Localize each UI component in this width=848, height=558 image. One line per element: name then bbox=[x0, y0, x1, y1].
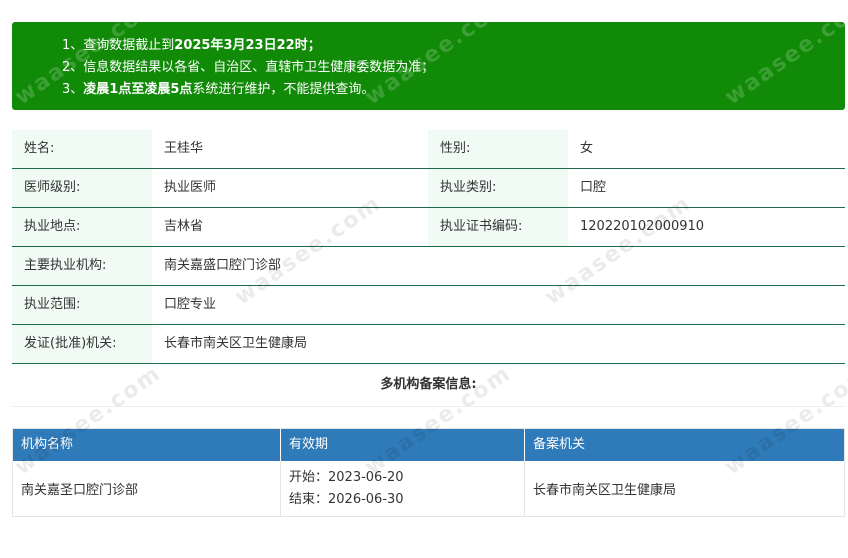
notice-line-3: 3、凌晨1点至凌晨5点系统进行维护，不能提供查询。 bbox=[12, 79, 845, 101]
info-row-issuer: 发证(批准)机关: 长春市南关区卫生健康局 bbox=[12, 325, 845, 364]
row-validity: 开始：2023-06-20 结束：2026-06-30 bbox=[281, 461, 525, 516]
institution-value: 南关嘉盛口腔门诊部 bbox=[164, 258, 282, 273]
info-row-institution: 主要执业机构: 南关嘉盛口腔门诊部 bbox=[12, 247, 845, 286]
category-value: 口腔 bbox=[580, 180, 607, 195]
info-row-location: 执业地点: 吉林省 执业证书编码: 120220102000910 bbox=[12, 208, 845, 247]
location-value: 吉林省 bbox=[164, 219, 204, 234]
gender-label: 性别: bbox=[428, 130, 568, 168]
cert-label: 执业证书编码: bbox=[428, 208, 568, 246]
table-header: 机构名称 有效期 备案机关 bbox=[13, 429, 844, 461]
level-label: 医师级别: bbox=[12, 169, 152, 207]
institution-label: 主要执业机构: bbox=[12, 247, 152, 285]
header-institution-name: 机构名称 bbox=[13, 429, 281, 461]
header-authority: 备案机关 bbox=[533, 437, 586, 452]
gender-value: 女 bbox=[580, 141, 594, 156]
notice-line-2: 2、信息数据结果以各省、自治区、直辖市卫生健康委数据为准； bbox=[62, 60, 435, 75]
info-row-name: 姓名: 王桂华 性别: 女 bbox=[12, 130, 845, 169]
level-value: 执业医师 bbox=[164, 180, 217, 195]
row-authority: 长春市南关区卫生健康局 bbox=[533, 483, 677, 498]
cert-value: 120220102000910 bbox=[580, 219, 705, 234]
notice-line-1-bold: 2025年3月23日22时； bbox=[174, 38, 321, 53]
validity-start: 开始：2023-06-20 bbox=[289, 469, 404, 485]
table-row: 南关嘉圣口腔门诊部 开始：2023-06-20 结束：2026-06-30 长春… bbox=[13, 461, 844, 516]
notice-line-1: 1、查询数据截止到2025年3月23日22时； bbox=[12, 35, 845, 57]
row-institution-name: 南关嘉圣口腔门诊部 bbox=[13, 461, 281, 516]
doctor-info-table: 姓名: 王桂华 性别: 女 医师级别: 执业医师 执业类别: 口腔 执业地点: … bbox=[12, 130, 845, 364]
name-value: 王桂华 bbox=[164, 141, 204, 156]
multi-institution-title: 多机构备案信息: bbox=[12, 364, 845, 407]
notice-banner: 1、查询数据截止到2025年3月23日22时； 2、信息数据结果以各省、自治区、… bbox=[12, 22, 845, 110]
issuer-value: 长春市南关区卫生健康局 bbox=[164, 336, 308, 351]
issuer-label: 发证(批准)机关: bbox=[12, 325, 152, 363]
notice-line-3-prefix: 3、 bbox=[62, 82, 84, 97]
header-validity: 有效期 bbox=[281, 429, 525, 461]
info-row-level: 医师级别: 执业医师 执业类别: 口腔 bbox=[12, 169, 845, 208]
multi-institution-table: 机构名称 有效期 备案机关 南关嘉圣口腔门诊部 开始：2023-06-20 结束… bbox=[12, 428, 845, 517]
name-label: 姓名: bbox=[12, 130, 152, 168]
notice-line-1-prefix: 1、查询数据截止到 bbox=[62, 38, 175, 53]
notice-line-3-bold: 凌晨1点至凌晨5点 bbox=[83, 82, 193, 97]
scope-label: 执业范围: bbox=[12, 286, 152, 324]
category-label: 执业类别: bbox=[428, 169, 568, 207]
notice-line-3-suffix: 系统进行维护，不能提供查询。 bbox=[192, 82, 375, 97]
location-label: 执业地点: bbox=[12, 208, 152, 246]
scope-value: 口腔专业 bbox=[164, 297, 217, 312]
info-row-scope: 执业范围: 口腔专业 bbox=[12, 286, 845, 325]
validity-end: 结束：2026-06-30 bbox=[289, 491, 404, 507]
